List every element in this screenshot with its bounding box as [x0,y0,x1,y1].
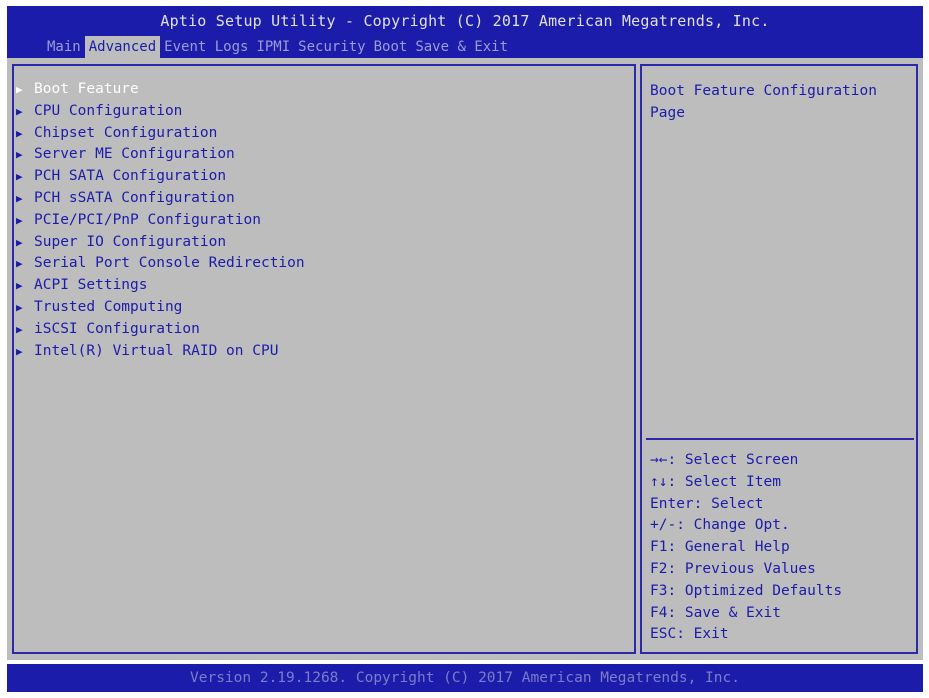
submenu-arrow-icon: ▶ [16,170,23,184]
menu-item-label: Intel(R) Virtual RAID on CPU [34,342,279,359]
tab-save-exit[interactable]: Save & Exit [411,36,512,58]
menu-item-label: iSCSI Configuration [34,320,200,337]
menu-list: ▶ Boot Feature ▶ CPU Configuration ▶ Chipse… [16,79,305,362]
submenu-arrow-icon: ▶ [16,300,23,314]
menu-item-acpi-settings[interactable]: ▶ ACPI Settings [16,275,305,297]
tab-security[interactable]: Security [294,36,369,58]
version-text: Version 2.19.1268. Copyright (C) 2017 Am… [190,670,740,686]
menu-item-trusted-computing[interactable]: ▶ Trusted Computing [16,297,305,319]
menu-item-label: Trusted Computing [34,298,183,315]
menu-panel: ▶ Boot Feature ▶ CPU Configuration ▶ Chipse… [12,64,636,654]
menu-item-label: Serial Port Console Redirection [34,255,305,272]
submenu-arrow-icon: ▶ [16,322,23,336]
menu-item-server-me-configuration[interactable]: ▶ Server ME Configuration [16,144,305,166]
tab-bar: Main Advanced Event Logs IPMI Security B… [43,36,512,58]
submenu-arrow-icon: ▶ [16,344,23,358]
key-hint-select-item: ↑↓: Select Item [650,473,781,490]
help-panel: Boot Feature Configuration Page →←: Sele… [640,64,918,654]
menu-item-pch-ssata-configuration[interactable]: ▶ PCH sSATA Configuration [16,188,305,210]
submenu-arrow-icon: ▶ [16,126,23,140]
tab-event-logs[interactable]: Event Logs [160,36,252,58]
tab-main[interactable]: Main [43,36,85,58]
key-hint-optimized-defaults: F3: Optimized Defaults [650,582,843,599]
menu-item-label: Boot Feature [34,81,139,97]
menu-item-label: PCIe/PCI/PnP Configuration [34,211,261,228]
tab-ipmi[interactable]: IPMI [252,36,294,58]
key-hint-previous-values: F2: Previous Values [650,560,816,577]
menu-item-label: Server ME Configuration [34,146,235,163]
menu-item-pch-sata-configuration[interactable]: ▶ PCH SATA Configuration [16,166,305,188]
menu-item-iscsi-configuration[interactable]: ▶ iSCSI Configuration [16,319,305,341]
page-title: Aptio Setup Utility - Copyright (C) 2017… [160,12,770,30]
menu-item-intel-virtual-raid-on-cpu[interactable]: ▶ Intel(R) Virtual RAID on CPU [16,341,305,363]
bios-setup-screen: Aptio Setup Utility - Copyright (C) 2017… [0,0,929,698]
key-hint-enter-select: Enter: Select [650,495,764,512]
key-hint-change-opt: +/-: Change Opt. [650,517,790,534]
menu-item-boot-feature[interactable]: ▶ Boot Feature [16,79,305,101]
menu-item-label: Chipset Configuration [34,124,218,141]
menu-item-serial-port-console-redirection[interactable]: ▶ Serial Port Console Redirection [16,253,305,275]
menu-item-pcie-pci-pnp-configuration[interactable]: ▶ PCIe/PCI/PnP Configuration [16,210,305,232]
key-hint-select-screen: →←: Select Screen [650,452,799,468]
menu-item-label: ACPI Settings [34,277,148,294]
menu-item-cpu-configuration[interactable]: ▶ CPU Configuration [16,101,305,123]
submenu-arrow-icon: ▶ [16,279,23,293]
submenu-arrow-icon: ▶ [16,213,23,227]
tab-advanced[interactable]: Advanced [84,36,161,58]
submenu-arrow-icon: ▶ [16,83,23,96]
submenu-arrow-icon: ▶ [16,104,23,118]
key-legend: →←: Select Screen ↑↓: Select Item Enter:… [650,450,842,646]
footer-bar: Version 2.19.1268. Copyright (C) 2017 Am… [7,664,923,692]
submenu-arrow-icon: ▶ [16,148,23,162]
header-bar: Aptio Setup Utility - Copyright (C) 2017… [7,6,923,58]
key-hint-general-help: F1: General Help [650,539,790,556]
help-divider [646,438,914,440]
key-hint-save-exit: F4: Save & Exit [650,604,781,621]
menu-item-label: PCH sSATA Configuration [34,189,235,206]
key-hint-exit: ESC: Exit [650,626,729,643]
submenu-arrow-icon: ▶ [16,257,23,271]
submenu-arrow-icon: ▶ [16,235,23,249]
tab-boot[interactable]: Boot [370,36,412,58]
menu-item-chipset-configuration[interactable]: ▶ Chipset Configuration [16,123,305,145]
menu-item-label: CPU Configuration [34,102,183,119]
menu-item-label: Super IO Configuration [34,233,227,250]
menu-item-label: PCH SATA Configuration [34,168,227,185]
help-description: Boot Feature Configuration Page [650,83,877,121]
menu-item-super-io-configuration[interactable]: ▶ Super IO Configuration [16,232,305,254]
submenu-arrow-icon: ▶ [16,191,23,205]
